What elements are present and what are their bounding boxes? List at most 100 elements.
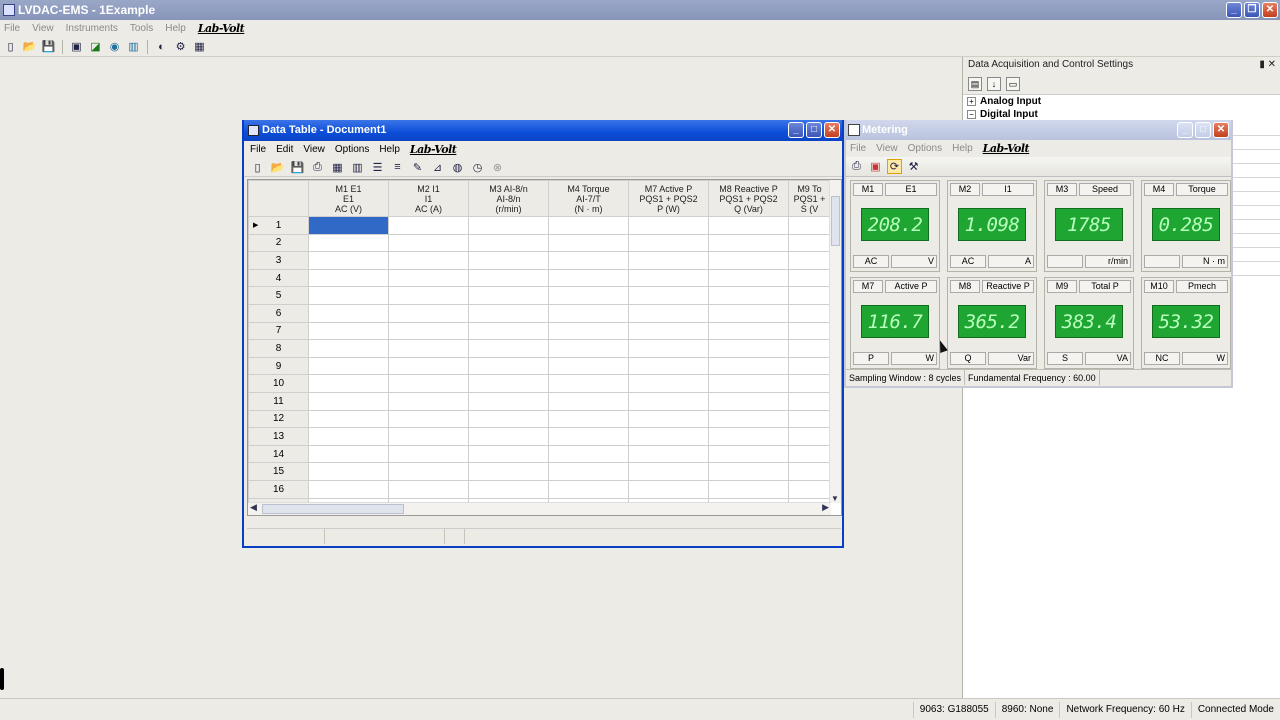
stop-icon[interactable]: ⊗ bbox=[490, 160, 505, 175]
table-cell[interactable] bbox=[708, 303, 789, 323]
table-cell[interactable] bbox=[388, 462, 469, 481]
property-pages-icon[interactable]: ▭ bbox=[1006, 76, 1020, 91]
row-header[interactable]: 8 bbox=[248, 339, 309, 358]
table-cell[interactable] bbox=[788, 339, 831, 358]
table-cell[interactable] bbox=[788, 233, 831, 253]
sort-az-icon[interactable]: ↓ bbox=[987, 76, 1001, 91]
expand-icon[interactable]: + bbox=[967, 97, 976, 106]
meter-settings-icon[interactable]: ⚒ bbox=[906, 159, 921, 174]
table-cell[interactable] bbox=[308, 216, 389, 235]
table-cell[interactable] bbox=[548, 268, 629, 288]
table-row[interactable]: ▶ 1 bbox=[248, 216, 831, 235]
table-cell[interactable] bbox=[788, 356, 831, 376]
maximize-button[interactable]: □ bbox=[806, 122, 822, 138]
table-cell[interactable] bbox=[788, 268, 831, 288]
menu-help[interactable]: Help bbox=[379, 144, 400, 155]
categorized-icon[interactable]: ▤ bbox=[968, 76, 982, 91]
table-cell[interactable] bbox=[788, 427, 831, 446]
minimize-button[interactable]: _ bbox=[1177, 122, 1193, 138]
collapse-icon[interactable]: − bbox=[967, 110, 976, 119]
table-cell[interactable] bbox=[708, 251, 789, 270]
table-row[interactable]: 4 bbox=[248, 268, 831, 288]
table-cell[interactable] bbox=[388, 233, 469, 253]
menu-view[interactable]: View bbox=[303, 144, 325, 155]
table-cell[interactable] bbox=[308, 356, 389, 376]
table-cell[interactable] bbox=[708, 356, 789, 376]
meter-m3[interactable]: M3 Speed 1785 r/min bbox=[1044, 180, 1134, 272]
meter-m4[interactable]: M4 Torque 0.285 N · m bbox=[1141, 180, 1231, 272]
continuous-refresh-icon[interactable]: ⟳ bbox=[887, 159, 902, 174]
column-header[interactable]: M1 E1 E1 AC (V) bbox=[308, 180, 389, 217]
row-header[interactable]: 10 bbox=[248, 374, 309, 393]
record-data-icon[interactable]: ▦ bbox=[330, 160, 345, 175]
table-cell[interactable] bbox=[388, 268, 469, 288]
menu-options[interactable]: Options bbox=[335, 144, 369, 155]
row-header[interactable]: 5 bbox=[248, 286, 309, 305]
table-cell[interactable] bbox=[308, 444, 389, 464]
table-cell[interactable] bbox=[628, 268, 709, 288]
table-cell[interactable] bbox=[628, 251, 709, 270]
table-cell[interactable] bbox=[788, 216, 831, 235]
row-header[interactable]: 9 bbox=[248, 356, 309, 376]
table-cell[interactable] bbox=[468, 233, 549, 253]
table-cell[interactable] bbox=[388, 479, 469, 499]
row-header[interactable]: 14 bbox=[248, 444, 309, 464]
table-cell[interactable] bbox=[708, 409, 789, 429]
signal-generator-icon[interactable]: ◐ bbox=[154, 39, 169, 54]
table-cell[interactable] bbox=[548, 409, 629, 429]
table-cell[interactable] bbox=[548, 321, 629, 341]
graph-icon[interactable]: ⊿ bbox=[430, 160, 445, 175]
table-cell[interactable] bbox=[628, 427, 709, 446]
corner-cell[interactable] bbox=[248, 180, 309, 217]
maximize-button[interactable]: ❐ bbox=[1244, 2, 1260, 18]
table-cell[interactable] bbox=[628, 286, 709, 305]
table-cell[interactable] bbox=[788, 391, 831, 411]
table-cell[interactable] bbox=[308, 286, 389, 305]
table-cell[interactable] bbox=[308, 339, 389, 358]
table-cell[interactable] bbox=[548, 427, 629, 446]
data-table-icon[interactable]: ▦ bbox=[192, 39, 207, 54]
table-cell[interactable] bbox=[388, 391, 469, 411]
table-cell[interactable] bbox=[788, 462, 831, 481]
phasor-analyzer-icon[interactable]: ◉ bbox=[107, 39, 122, 54]
save-icon[interactable]: 💾 bbox=[290, 160, 305, 175]
meter-m8[interactable]: M8 Reactive P 365.2 Q Var bbox=[947, 277, 1037, 369]
menu-instruments[interactable]: Instruments bbox=[66, 23, 118, 34]
table-cell[interactable] bbox=[308, 268, 389, 288]
table-cell[interactable] bbox=[708, 268, 789, 288]
table-row[interactable]: 9 bbox=[248, 356, 831, 376]
table-cell[interactable] bbox=[788, 479, 831, 499]
minimize-button[interactable]: _ bbox=[1226, 2, 1242, 18]
table-cell[interactable] bbox=[708, 391, 789, 411]
row-header[interactable]: 13 bbox=[248, 427, 309, 446]
row-header[interactable]: ▶ 1 bbox=[248, 216, 309, 235]
table-cell[interactable] bbox=[468, 251, 549, 270]
table-cell[interactable] bbox=[548, 216, 629, 235]
scrollbar-thumb[interactable] bbox=[262, 504, 404, 514]
table-cell[interactable] bbox=[468, 409, 549, 429]
table-cell[interactable] bbox=[468, 321, 549, 341]
table-cell[interactable] bbox=[628, 339, 709, 358]
oscilloscope-icon[interactable]: ◪ bbox=[88, 39, 103, 54]
table-row[interactable]: 15 bbox=[248, 462, 831, 481]
close-button[interactable]: ✕ bbox=[824, 122, 840, 138]
open-folder-icon[interactable]: 📂 bbox=[270, 160, 285, 175]
table-cell[interactable] bbox=[548, 339, 629, 358]
table-cell[interactable] bbox=[708, 216, 789, 235]
table-cell[interactable] bbox=[708, 286, 789, 305]
meter-m10[interactable]: M10 Pmech 53.32 NC W bbox=[1141, 277, 1231, 369]
table-cell[interactable] bbox=[788, 251, 831, 270]
table-row[interactable]: 14 bbox=[248, 444, 831, 464]
table-cell[interactable] bbox=[628, 479, 709, 499]
menu-file[interactable]: File bbox=[250, 144, 266, 155]
column-header[interactable]: M2 I1 I1 AC (A) bbox=[388, 180, 469, 217]
table-cell[interactable] bbox=[388, 427, 469, 446]
menu-view[interactable]: View bbox=[876, 143, 898, 154]
table-cell[interactable] bbox=[708, 321, 789, 341]
table-cell[interactable] bbox=[388, 356, 469, 376]
save-icon[interactable]: 💾 bbox=[41, 39, 56, 54]
close-button[interactable]: ✕ bbox=[1262, 2, 1278, 18]
table-row[interactable]: 16 bbox=[248, 479, 831, 499]
table-cell[interactable] bbox=[788, 374, 831, 393]
table-cell[interactable] bbox=[628, 444, 709, 464]
